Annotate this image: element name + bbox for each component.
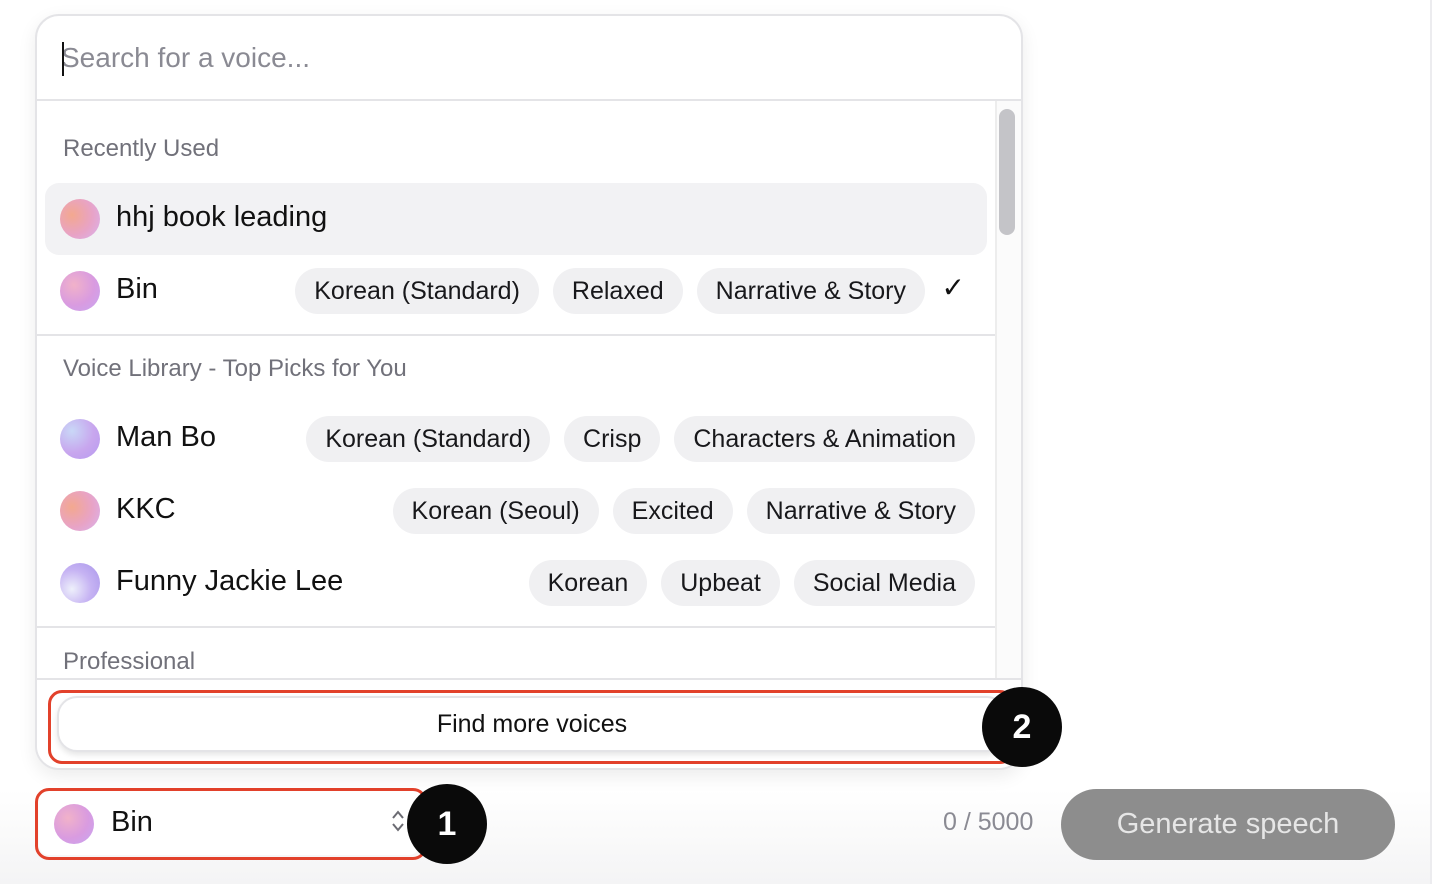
tag-language: Korean (Seoul) bbox=[392, 488, 599, 534]
avatar bbox=[60, 563, 100, 603]
voice-dropdown-panel: Recently Used hhj book leading Bin Korea… bbox=[35, 14, 1023, 770]
search-bar bbox=[37, 16, 1021, 101]
text-caret bbox=[62, 42, 64, 76]
voice-tags: Korean (Standard) Crisp Characters & Ani… bbox=[306, 416, 975, 462]
voice-option-man-bo[interactable]: Man Bo Korean (Standard) Crisp Character… bbox=[45, 403, 987, 475]
voice-tags: Korean (Standard) Relaxed Narrative & St… bbox=[295, 268, 925, 314]
section-title-professional: Professional bbox=[63, 648, 196, 675]
avatar bbox=[60, 491, 100, 531]
voice-option-funny-jackie-lee[interactable]: Funny Jackie Lee Korean Upbeat Social Me… bbox=[45, 547, 987, 619]
section-divider bbox=[37, 626, 995, 628]
section-divider bbox=[37, 334, 995, 336]
tag-tone: Upbeat bbox=[661, 560, 780, 606]
tag-language: Korean (Standard) bbox=[295, 268, 539, 314]
voice-list[interactable]: Recently Used hhj book leading Bin Korea… bbox=[37, 101, 995, 678]
voice-tags: Korean (Seoul) Excited Narrative & Story bbox=[392, 488, 975, 534]
avatar bbox=[60, 271, 100, 311]
tag-category: Social Media bbox=[793, 560, 975, 606]
voice-name: Funny Jackie Lee bbox=[116, 565, 344, 597]
search-input[interactable] bbox=[61, 36, 961, 80]
section-title-voice-library: Voice Library - Top Picks for You bbox=[63, 355, 407, 382]
voice-name: Man Bo bbox=[116, 421, 216, 453]
voice-name: KKC bbox=[116, 493, 176, 525]
tag-language: Korean (Standard) bbox=[306, 416, 551, 462]
annotation-badge-2: 2 bbox=[982, 687, 1062, 767]
voice-option-bin[interactable]: Bin Korean (Standard) Relaxed Narrative … bbox=[45, 255, 987, 327]
voice-name: Bin bbox=[116, 273, 158, 305]
annotation-badge-1: 1 bbox=[407, 784, 487, 864]
section-title-recently-used: Recently Used bbox=[63, 135, 220, 162]
highlight-voice-selector bbox=[35, 788, 427, 860]
character-counter: 0 / 5000 bbox=[943, 808, 1034, 836]
voice-option-kkc[interactable]: KKC Korean (Seoul) Excited Narrative & S… bbox=[45, 475, 987, 547]
tag-category: Narrative & Story bbox=[696, 268, 925, 314]
avatar bbox=[60, 199, 100, 239]
tag-tone: Crisp bbox=[564, 416, 661, 462]
tag-category: Characters & Animation bbox=[674, 416, 975, 462]
tag-tone: Relaxed bbox=[552, 268, 683, 314]
check-icon: ✓ bbox=[941, 272, 965, 303]
generate-speech-button[interactable]: Generate speech bbox=[1061, 789, 1395, 860]
avatar bbox=[60, 419, 100, 459]
tag-category: Narrative & Story bbox=[746, 488, 975, 534]
highlight-find-more bbox=[48, 690, 1014, 764]
tag-language: Korean bbox=[528, 560, 648, 606]
voice-name: hhj book leading bbox=[116, 201, 328, 233]
tag-tone: Excited bbox=[612, 488, 733, 534]
voice-tags: Korean Upbeat Social Media bbox=[528, 560, 975, 606]
voice-option-hhj-book-leading[interactable]: hhj book leading bbox=[45, 183, 987, 255]
scrollbar-thumb[interactable] bbox=[999, 109, 1015, 235]
